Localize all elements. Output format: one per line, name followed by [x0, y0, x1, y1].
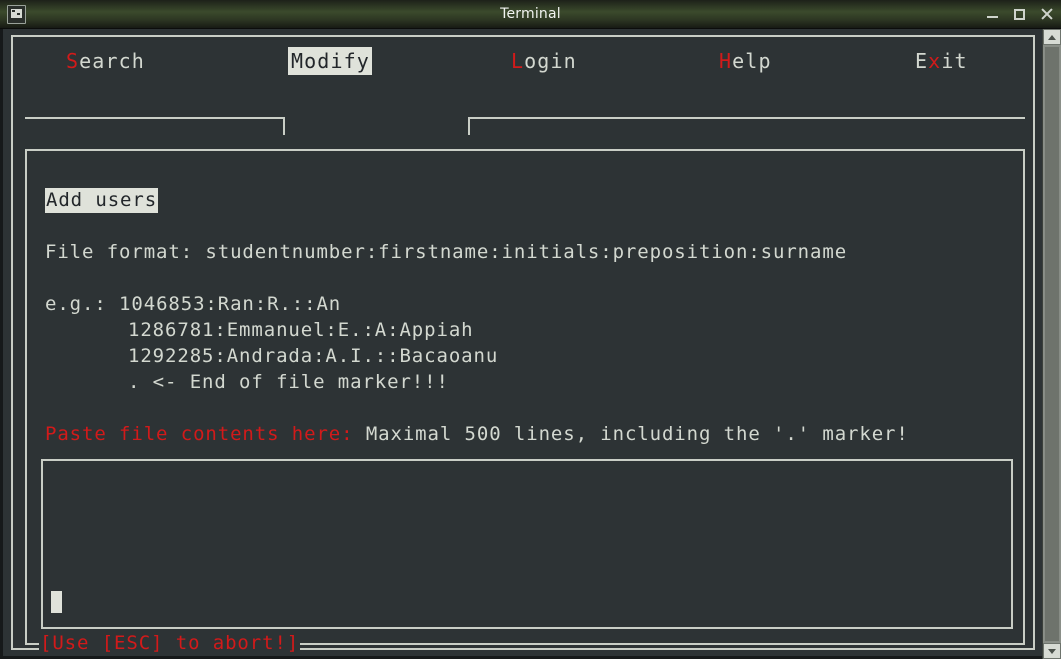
paste-prompt-label: Paste file contents here: — [45, 423, 354, 445]
example-label: e.g.: — [45, 293, 120, 315]
example-line-2: 1292285:Andrada:A.I.::Bacaoanu — [128, 345, 499, 367]
paste-input[interactable] — [41, 459, 1013, 629]
paste-prompt: Paste file contents here: Maximal 500 li… — [45, 421, 1005, 447]
menu-label-help: elp — [732, 49, 772, 73]
menu-label-search: earch — [79, 49, 145, 73]
example-value-0: 1046853:Ran:R.::An — [119, 293, 342, 315]
menu-item-modify[interactable]: Modify — [288, 47, 372, 75]
scrollbar-thumb[interactable] — [1044, 46, 1060, 642]
window-title: Terminal — [500, 6, 561, 22]
example-line-0: e.g.: 1046853:Ran:R.::An — [45, 291, 1005, 317]
window-titlebar: Terminal — [0, 0, 1061, 29]
menu-prefix-exit: E — [915, 49, 929, 73]
close-icon[interactable] — [1040, 8, 1053, 21]
scroll-up-icon[interactable] — [1043, 29, 1061, 45]
terminal-window: Terminal Search Modify Login Help Exit A… — [0, 0, 1061, 659]
menu-label-exit: it — [941, 49, 968, 73]
menu-bar: Search Modify Login Help Exit — [13, 37, 1035, 99]
menu-label-login: ogin — [524, 49, 577, 73]
text-cursor — [51, 591, 62, 613]
menu-divider-right — [470, 117, 1025, 119]
active-tab-right-edge — [468, 117, 470, 135]
minimize-icon[interactable] — [986, 8, 999, 21]
terminal-surface: Search Modify Login Help Exit Add users … — [0, 29, 1042, 659]
example-line-3: . <- End of file marker!!! — [128, 371, 449, 393]
file-format-line: File format: studentnumber:firstname:ini… — [45, 241, 848, 263]
content-text: Add users File format: studentnumber:fir… — [45, 187, 1005, 447]
menu-hotkey-help: H — [719, 49, 733, 73]
page-title-text: Add users — [45, 188, 159, 213]
menu-hotkey-modify: M — [291, 49, 305, 73]
paste-prompt-hint: Maximal 500 lines, including the '.' mar… — [353, 423, 909, 445]
example-line-1: 1286781:Emmanuel:E.:A:Appiah — [128, 319, 474, 341]
maximize-icon[interactable] — [1013, 8, 1026, 21]
page-title: Add users — [45, 187, 1005, 213]
menu-divider-left — [25, 117, 283, 119]
abort-hint-caption: [Use [ESC] to abort!] — [39, 632, 301, 654]
menu-item-help[interactable]: Help — [719, 49, 772, 73]
menu-hotkey-search: S — [66, 49, 80, 73]
scroll-down-icon[interactable] — [1043, 643, 1061, 659]
window-controls — [986, 0, 1053, 29]
active-tab-left-edge — [283, 117, 285, 135]
menu-item-exit[interactable]: Exit — [915, 49, 968, 73]
menu-hotkey-login: L — [511, 49, 525, 73]
vertical-scrollbar[interactable] — [1042, 29, 1061, 659]
menu-hotkey-exit: x — [928, 49, 942, 73]
menu-item-login[interactable]: Login — [511, 49, 577, 73]
menu-label-modify: odify — [304, 49, 370, 73]
menu-item-search[interactable]: Search — [66, 49, 145, 73]
